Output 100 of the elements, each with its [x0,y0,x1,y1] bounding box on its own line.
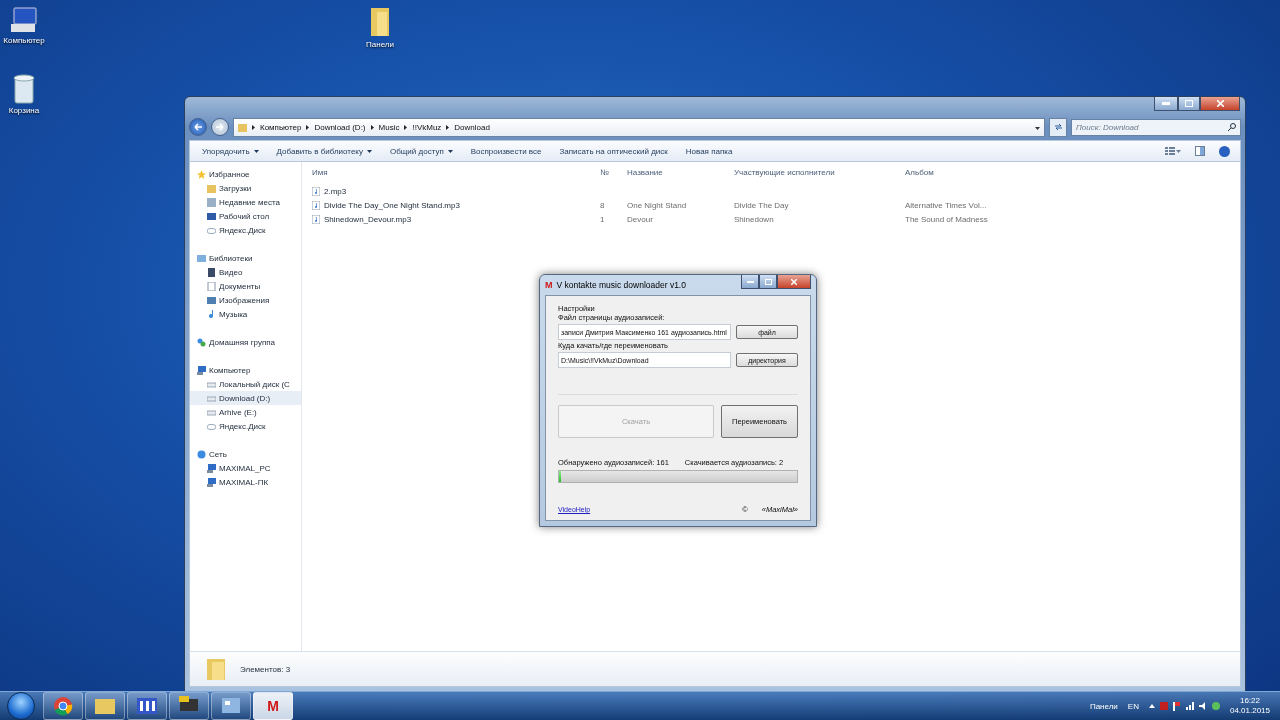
audio-file-icon [312,200,320,210]
nav-item[interactable]: Яндекс.Диск [190,223,301,237]
minimize-button[interactable] [741,275,759,289]
nav-item[interactable]: MAXIMAL_PC [190,461,301,475]
column-header[interactable]: Имя [312,167,600,177]
nav-group-item[interactable]: Компьютер [190,363,301,377]
nav-group-item[interactable]: Сеть [190,447,301,461]
recycle-bin-icon [12,74,36,104]
artist-cell-text: Shinedown [734,214,775,224]
taskbar-app[interactable] [211,692,251,720]
close-icon [1216,100,1224,107]
show-hidden-icons-icon [1148,704,1155,708]
cloud-icon [207,421,216,431]
nav-item[interactable]: Рабочий стол [190,209,301,223]
folder-icon [238,122,247,132]
artist-cell-text: Divide The Day [734,200,790,210]
nav-group-item[interactable]: Домашняя группа [190,335,301,349]
desktop-icon-label[interactable]: Компьютер [3,36,45,45]
nav-item[interactable]: Недавние места [190,195,301,209]
language-indicator[interactable]: EN [1127,701,1139,711]
clock[interactable]: 16:22 04.01.2015 [1229,695,1270,717]
signal-bars-icon [1185,702,1194,710]
nav-item[interactable]: Видео [190,265,301,279]
address-bar[interactable]: Компьютер Download (D:) Music !!VkMuz Download [233,117,1045,137]
maximize-button[interactable] [759,275,777,289]
column-header[interactable]: Альбом [905,167,1085,177]
file-name[interactable]: Divide The Day_One Night Stand.mp3 [312,200,600,210]
music-note-icon [207,309,216,319]
album-cell-text: Alternative Times Vol... [905,200,988,210]
nav-item[interactable]: Музыка [190,307,301,321]
back-button[interactable] [189,118,207,136]
breadcrumb-item[interactable]: Download (D:) [314,122,366,132]
chevron-icon [446,124,450,130]
forward-arrow-icon [216,123,224,131]
maximize-button[interactable] [1178,97,1200,111]
chrome-icon [53,696,73,716]
column-header[interactable]: Название [627,167,734,177]
toolbar-button[interactable]: Упорядочить [194,146,269,156]
start-button[interactable] [7,692,35,720]
nav-group-item[interactable]: Избранное [190,167,301,181]
file-name[interactable]: 2.mp3 [312,186,600,196]
minimize-button[interactable] [1154,97,1178,111]
folder-icon [206,657,226,681]
nav-item[interactable]: Документы [190,279,301,293]
file-name[interactable]: Shinedown_Devour.mp3 [312,214,600,224]
taskbar-app[interactable] [43,692,83,720]
item-count: Элементов: 3 [240,664,291,674]
desktop-icon-label[interactable]: Панели [366,40,394,49]
taskbar-app[interactable] [127,692,167,720]
toolbar-button[interactable]: Добавить в библиотеку [268,146,382,156]
caret-icon [447,149,453,153]
search-icon [1228,123,1236,131]
toolbar-button[interactable]: Воспроизвести все [462,146,552,156]
nav-item[interactable]: Arhive (E:) [190,405,301,419]
nav-item[interactable]: Загрузки [190,181,301,195]
computer-icon [8,6,40,34]
toolbar-button[interactable]: Общий доступ [381,146,463,156]
library-icon [197,253,206,263]
close-button[interactable] [1200,97,1240,111]
album-cell-text: The Sound of Madness [905,214,989,224]
nav-item[interactable]: Яндекс.Диск [190,419,301,433]
cloud-icon [207,225,216,235]
nav-item[interactable]: Download (D:) [190,391,301,405]
breadcrumb-item[interactable]: Music [378,122,400,132]
column-header[interactable]: № [600,167,627,177]
folder-icon [94,697,116,715]
app-letter-icon: M [267,698,279,714]
app-letter-icon: M [545,280,553,290]
chevron-icon [370,124,374,130]
desktop-icon-label[interactable]: Корзина [8,106,40,115]
flag-icon [1172,701,1181,711]
caret-icon [253,149,259,153]
image-icon [207,295,216,305]
close-button[interactable] [777,275,811,289]
taskbar-app[interactable] [169,692,209,720]
window-title: V kontakte music downloader v1.0 [556,280,686,290]
maximize-icon [1185,100,1193,107]
breadcrumb-item[interactable]: !!VkMuz [412,122,442,132]
nav-item[interactable]: Изображения [190,293,301,307]
track-number-cell-text: 1 [600,214,606,224]
refresh-button[interactable] [1049,117,1067,137]
network-icon [197,449,206,459]
nav-item[interactable]: Локальный диск (C [190,377,301,391]
breadcrumb-item[interactable]: Download [454,122,490,132]
column-header[interactable]: Участвующие исполнители [734,167,905,177]
network-status-icon [1211,702,1220,710]
maximize-icon [764,278,772,285]
taskbar-app[interactable]: M [253,692,293,720]
forward-button[interactable] [211,118,229,136]
close-icon [791,278,797,285]
nav-group-item[interactable]: Библиотеки [190,251,301,265]
toolbar-button[interactable]: Новая папка [677,146,743,156]
search-field[interactable]: Поиск: Download [1071,118,1241,136]
title-cell-text: Devour [627,214,654,224]
caret-icon [366,149,372,153]
nav-item[interactable]: MAXIMAL-ПК [190,475,301,489]
taskbar-app[interactable] [85,692,125,720]
toolbar-label[interactable]: Панели [1089,701,1118,711]
breadcrumb-item[interactable]: Компьютер [260,122,302,132]
toolbar-button[interactable]: Записать на оптический диск [551,146,678,156]
